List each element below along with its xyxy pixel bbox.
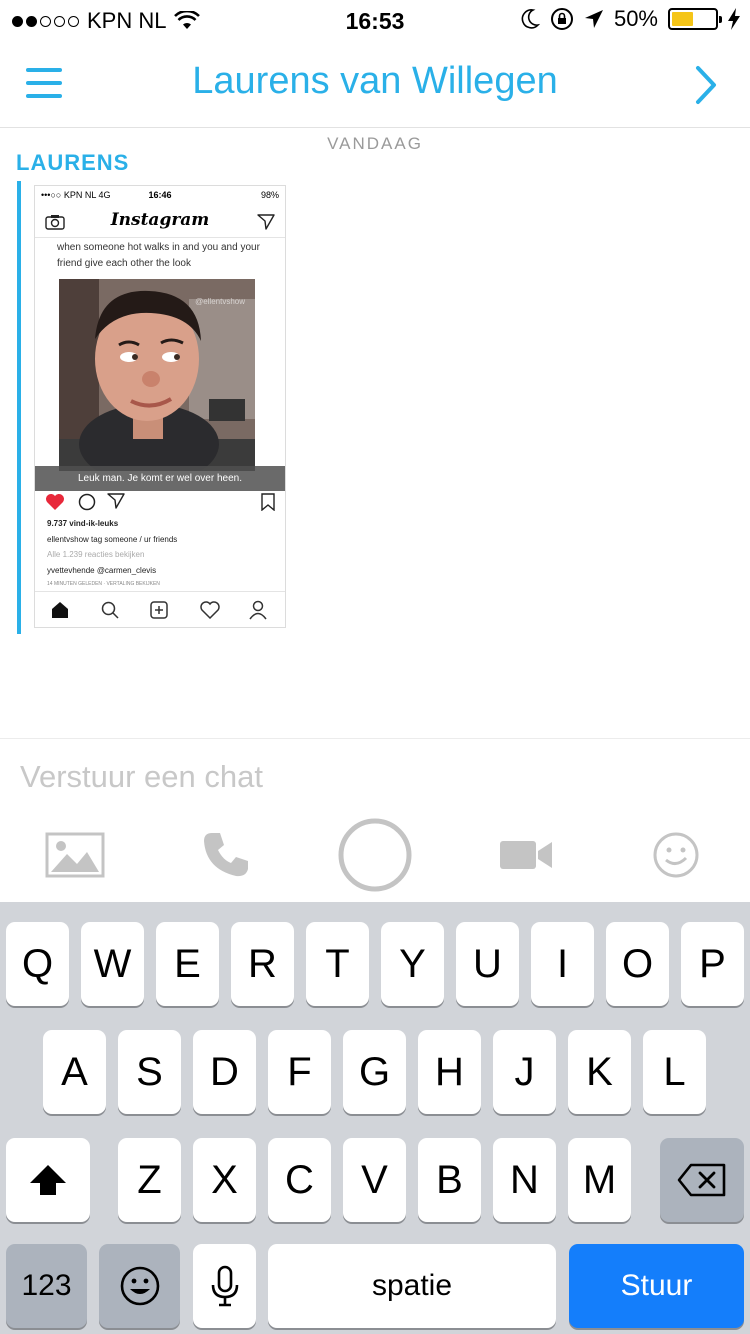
video-camera-icon xyxy=(500,841,552,869)
chat-input[interactable] xyxy=(20,759,720,795)
phone-icon xyxy=(204,833,248,877)
image-icon xyxy=(45,832,105,878)
key-y[interactable]: Y xyxy=(381,922,444,1006)
key-k[interactable]: K xyxy=(568,1030,631,1114)
view-comments: Alle 1.239 reacties bekijken xyxy=(47,550,145,559)
key-p[interactable]: P xyxy=(681,922,744,1006)
key-s[interactable]: S xyxy=(118,1030,181,1114)
backspace-key[interactable] xyxy=(660,1138,744,1222)
key-b[interactable]: B xyxy=(418,1138,481,1222)
post-actions xyxy=(45,491,275,513)
chat-title: Laurens van Willegen xyxy=(192,60,558,102)
chat-header: Laurens van Willegen xyxy=(0,40,750,128)
key-i[interactable]: I xyxy=(531,922,594,1006)
keyboard: Q W E R T Y U I O P A S D F G H J K L Z … xyxy=(0,902,750,1334)
comment-icon xyxy=(78,493,96,511)
status-bar: KPN NL 16:53 50% xyxy=(0,0,750,40)
key-m[interactable]: M xyxy=(568,1138,631,1222)
key-d[interactable]: D xyxy=(193,1030,256,1114)
message-accent-bar xyxy=(17,181,21,634)
snap-caption-overlay: Leuk man. Je komt er wel over heen. xyxy=(35,466,285,491)
shared-screenshot[interactable]: •••○○ KPN NL 4G 16:46 98% Instagram when… xyxy=(34,185,286,628)
instagram-logo: Instagram xyxy=(110,210,210,230)
dictation-key[interactable] xyxy=(193,1244,256,1328)
screenshot-time: 16:46 xyxy=(148,190,172,200)
key-q[interactable]: Q xyxy=(6,922,69,1006)
sticker-button[interactable] xyxy=(646,817,706,893)
instagram-header: Instagram xyxy=(35,206,285,238)
share-icon xyxy=(107,493,125,509)
space-key[interactable]: spatie xyxy=(268,1244,556,1328)
meme-photo: @ellentvshow xyxy=(59,279,255,471)
battery-percentage: 50% xyxy=(613,6,658,31)
heart-filled-icon xyxy=(46,494,64,510)
send-key[interactable]: Stuur xyxy=(569,1244,744,1328)
face-image xyxy=(59,279,255,471)
video-call-button[interactable] xyxy=(496,817,556,893)
moon-icon xyxy=(521,9,540,29)
emoji-key[interactable] xyxy=(99,1244,180,1328)
post-caption: ellentvshow tag someone / ur friends xyxy=(47,535,178,544)
key-v[interactable]: V xyxy=(343,1138,406,1222)
key-c[interactable]: C xyxy=(268,1138,331,1222)
key-r[interactable]: R xyxy=(231,922,294,1006)
gallery-button[interactable] xyxy=(40,817,110,893)
key-j[interactable]: J xyxy=(493,1030,556,1114)
key-g[interactable]: G xyxy=(343,1030,406,1114)
home-icon xyxy=(52,602,68,618)
smiley-icon xyxy=(653,832,699,878)
shift-key[interactable] xyxy=(6,1138,90,1222)
key-h[interactable]: H xyxy=(418,1030,481,1114)
key-u[interactable]: U xyxy=(456,922,519,1006)
backspace-icon xyxy=(677,1163,726,1197)
key-a[interactable]: A xyxy=(43,1030,106,1114)
orientation-lock-icon xyxy=(550,8,573,30)
key-t[interactable]: T xyxy=(306,922,369,1006)
capture-button[interactable] xyxy=(336,817,414,893)
emoji-smiley-icon xyxy=(120,1266,159,1306)
shift-arrow-icon xyxy=(30,1165,66,1195)
key-z[interactable]: Z xyxy=(118,1138,181,1222)
chat-composer xyxy=(0,738,750,902)
key-f[interactable]: F xyxy=(268,1030,331,1114)
microphone-icon xyxy=(211,1265,238,1307)
likes-count: 9.737 vind-ik-leuks xyxy=(47,519,119,528)
sender-name: LAURENS xyxy=(16,150,130,175)
screenshot-caption: when someone hot walks in and you and yo… xyxy=(57,242,260,269)
numbers-key[interactable]: 123 xyxy=(6,1244,87,1328)
chevron-right-icon[interactable] xyxy=(682,62,728,108)
charging-bolt-icon xyxy=(728,8,740,30)
activity-heart-icon xyxy=(200,601,220,619)
key-o[interactable]: O xyxy=(606,922,669,1006)
capture-circle-icon xyxy=(338,818,412,892)
key-n[interactable]: N xyxy=(493,1138,556,1222)
profile-icon xyxy=(249,600,267,620)
post-timestamp: 14 MINUTEN GELEDEN · VERTALING BEKIJKEN xyxy=(47,581,160,587)
status-right: 50% xyxy=(520,6,740,32)
battery-fill xyxy=(672,12,693,26)
key-w[interactable]: W xyxy=(81,922,144,1006)
key-x[interactable]: X xyxy=(193,1138,256,1222)
key-e[interactable]: E xyxy=(156,922,219,1006)
battery-icon xyxy=(668,8,722,30)
call-button[interactable] xyxy=(196,817,256,893)
bookmark-icon xyxy=(261,493,275,511)
photo-watermark: @ellentvshow xyxy=(195,297,245,306)
comment-line: yvettevhende @carmen_clevis xyxy=(47,566,157,575)
screenshot-battery: 98% xyxy=(260,190,279,200)
search-icon xyxy=(101,601,119,619)
location-arrow-icon xyxy=(584,10,603,28)
send-icon xyxy=(257,214,275,230)
add-post-icon xyxy=(150,601,168,619)
key-l[interactable]: L xyxy=(643,1030,706,1114)
instagram-tabbar xyxy=(35,591,285,627)
